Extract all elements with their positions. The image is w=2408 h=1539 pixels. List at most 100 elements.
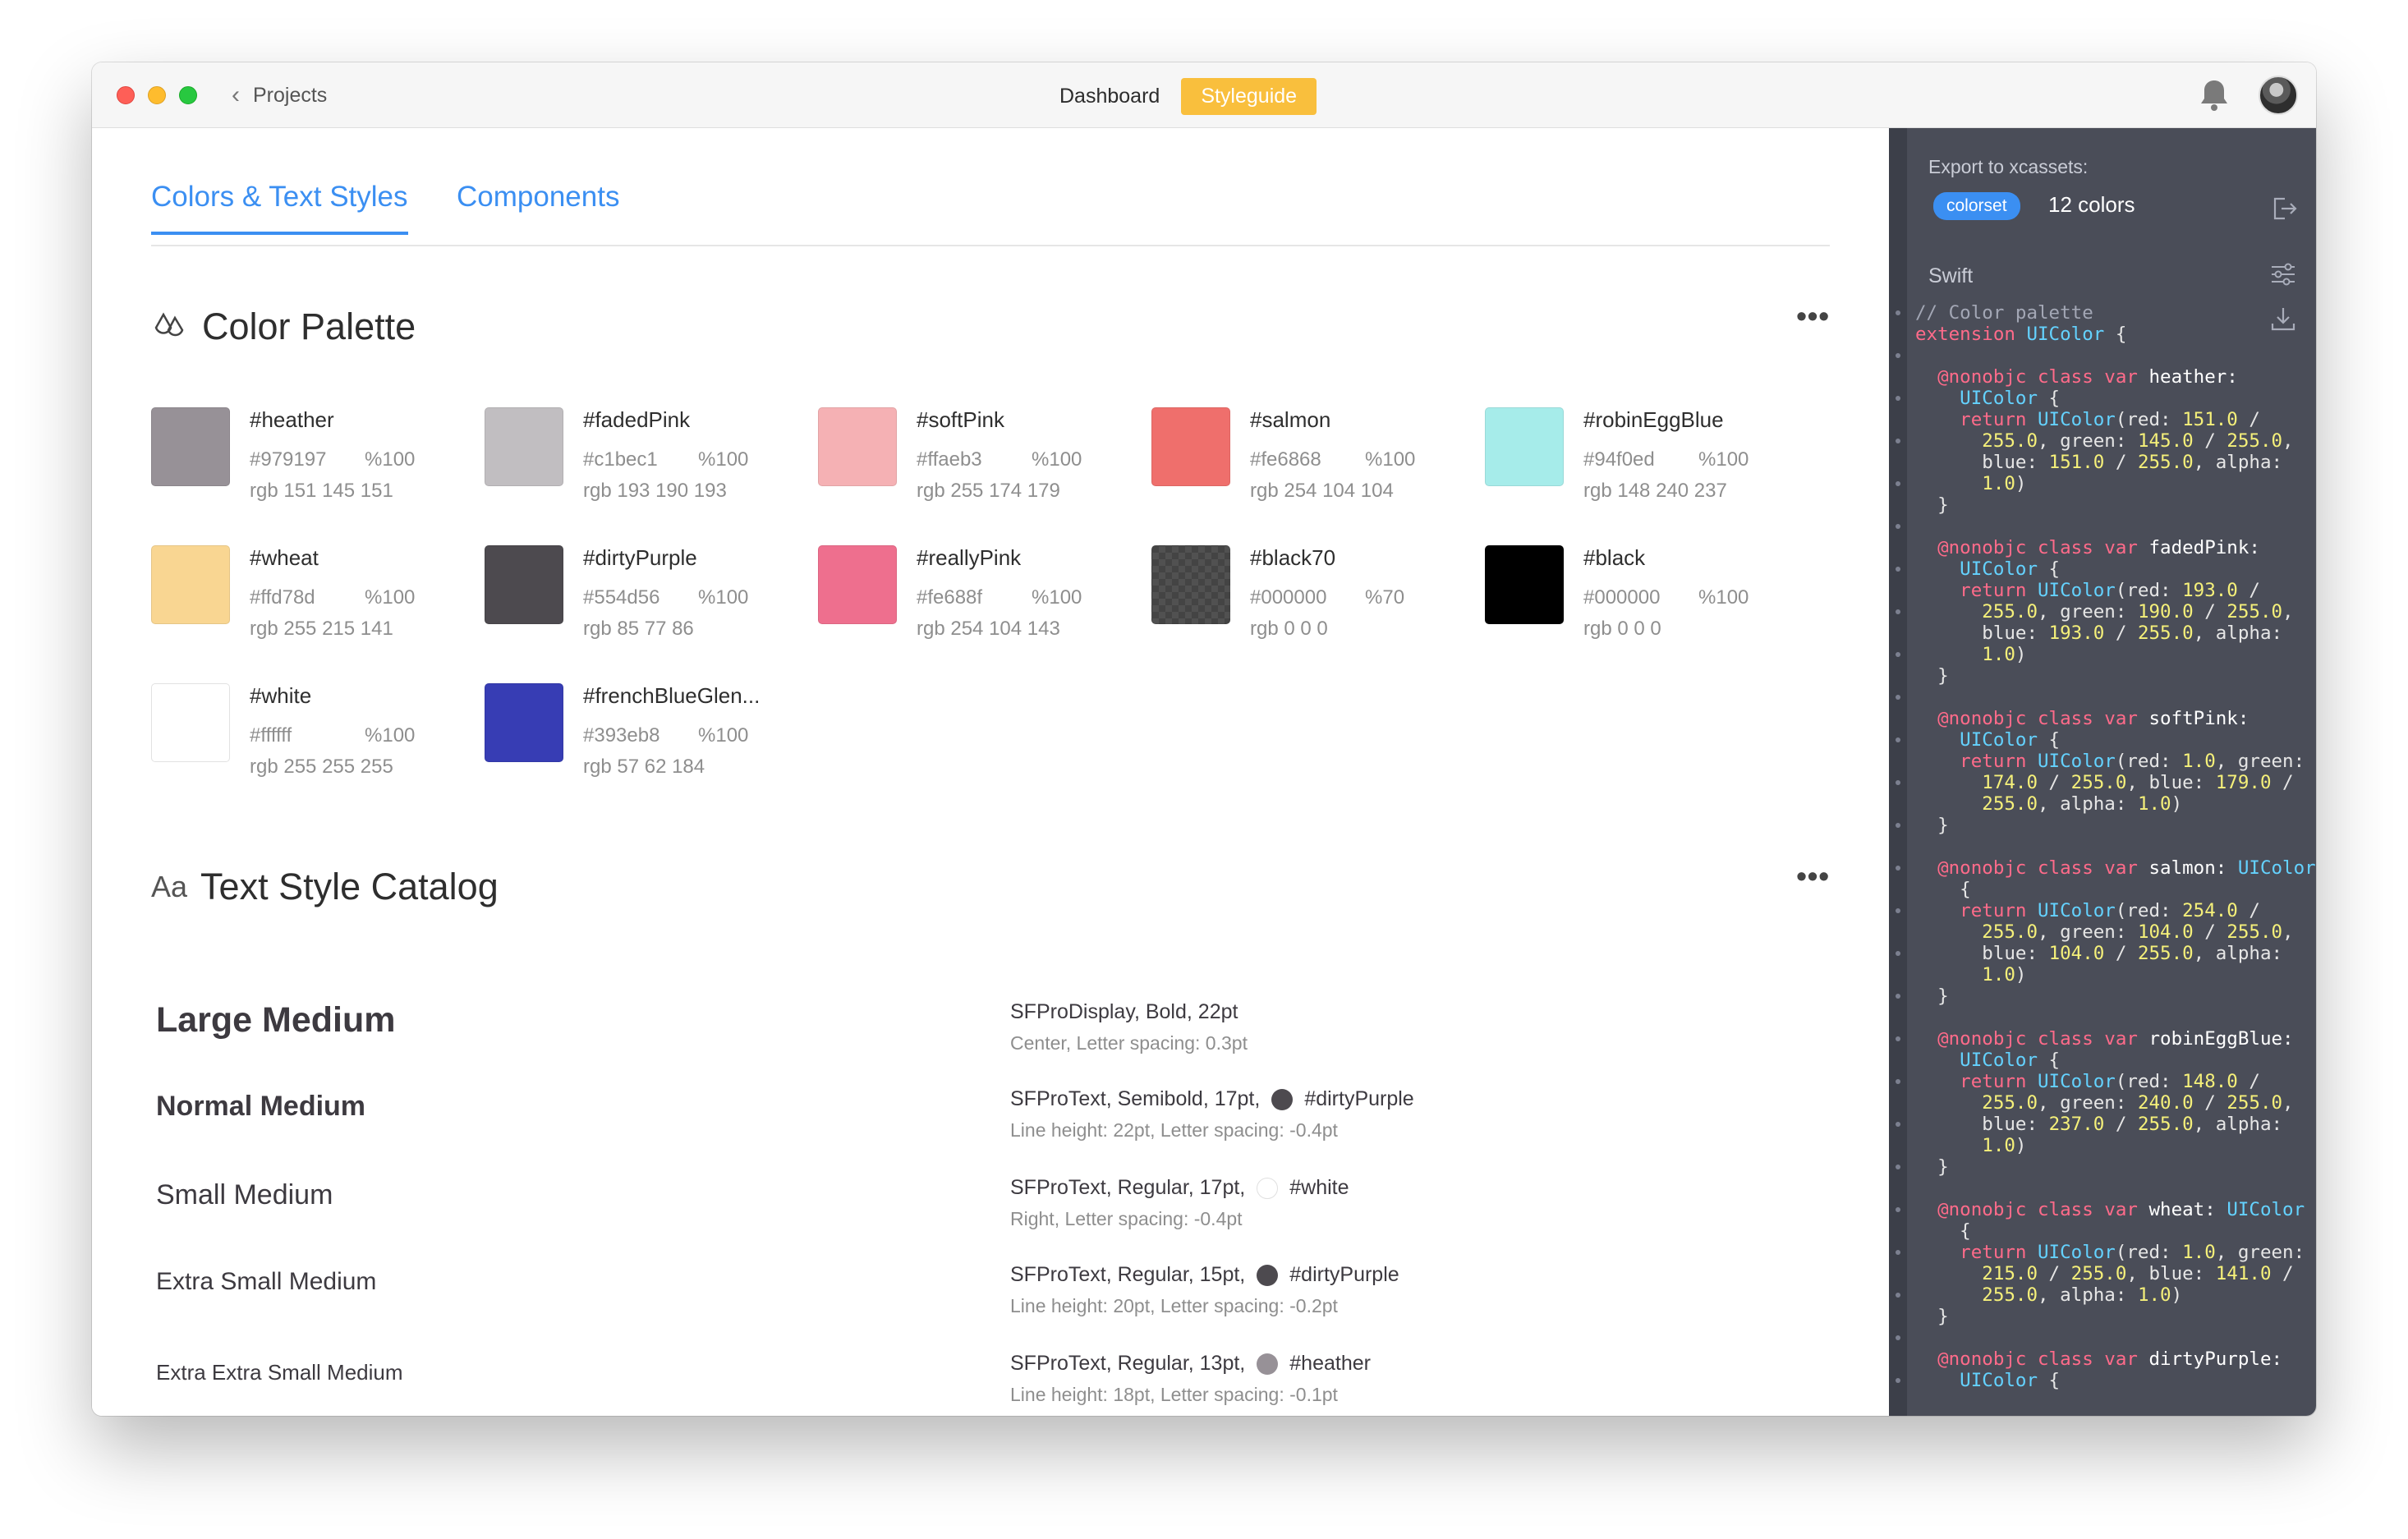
color-swatch-item[interactable]: #robinEggBlue #94f0ed %100 rgb 148 240 237 [1485, 407, 1813, 531]
color-swatch-item[interactable]: #softPink #ffaeb3 %100 rgb 255 174 179 [818, 407, 1147, 531]
back-label: Projects [253, 83, 328, 107]
color-swatch-item[interactable]: #black #000000 %100 rgb 0 0 0 [1485, 545, 1813, 668]
code-token: 255.0 [2137, 1114, 2194, 1135]
code-token: UIColor [2038, 1242, 2116, 1263]
code-line: } [1915, 1306, 2306, 1327]
text-style-spec: SFProText, Regular, 17pt, #white Right, Le… [1010, 1176, 1349, 1230]
code-token: , blue: [2126, 772, 2216, 793]
color-swatch [151, 683, 230, 762]
swift-code-block[interactable]: // Color palette extension UIColor { @non… [1915, 302, 2316, 1391]
color-palette-more-icon[interactable]: ••• [1796, 299, 1830, 333]
code-line: return UIColor(red: 254.0 / [1915, 900, 2306, 921]
tab-dashboard[interactable]: Dashboard [1059, 78, 1160, 115]
color-opacity: %100 [365, 448, 416, 471]
color-swatch-item[interactable]: #fadedPink #c1bec1 %100 rgb 193 190 193 [485, 407, 813, 531]
color-swatch-item[interactable]: #dirtyPurple #554d56 %100 rgb 85 77 86 [485, 545, 813, 668]
code-token: / [2104, 943, 2138, 964]
color-swatch-item[interactable]: #reallyPink #fe688f %100 rgb 254 104 143 [818, 545, 1147, 668]
code-line: 255.0, green: 240.0 / 255.0, [1915, 1092, 2306, 1114]
bell-icon[interactable] [2194, 76, 2234, 115]
code-token: 254.0 [2182, 900, 2238, 921]
code-token: salmon: [2148, 857, 2238, 879]
colorset-badge[interactable]: colorset [1933, 192, 2020, 220]
color-dot-icon [1257, 1264, 1279, 1286]
code-token: 104.0 [2137, 921, 2194, 943]
color-swatch-item[interactable]: #wheat #ffd78d %100 rgb 255 215 141 [151, 545, 480, 668]
code-token: 255.0 [1915, 601, 2038, 622]
code-token: (red: [2115, 409, 2183, 430]
gutter-marker [1896, 1207, 1900, 1212]
color-palette-heading: Color Palette [151, 306, 416, 348]
text-style-spec-line: SFProText, Semibold, 17pt, #dirtyPurple [1010, 1087, 1414, 1111]
color-hex: #94f0ed [1583, 448, 1655, 471]
code-line: } [1915, 985, 2306, 1007]
color-rgb: rgb 254 104 143 [917, 618, 1060, 640]
color-swatch-item[interactable]: #heather #979197 %100 rgb 151 145 151 [151, 407, 480, 531]
export-icon[interactable] [2268, 194, 2298, 223]
code-line: extension UIColor { [1915, 324, 2306, 345]
code-token: / [2193, 921, 2227, 943]
text-style-catalog-heading: Aa Text Style Catalog [151, 866, 499, 908]
code-token: ) [2171, 1284, 2183, 1306]
code-token: (red: [2115, 751, 2183, 772]
code-token: UIColor [2038, 900, 2116, 921]
color-swatch-item[interactable]: #frenchBlueGlen... #393eb8 %100 rgb 57 62 1… [485, 683, 813, 806]
text-style-color-name: #white [1289, 1176, 1349, 1199]
code-line: return UIColor(red: 1.0, green: [1915, 751, 2306, 772]
close-window-button[interactable] [117, 86, 135, 104]
gutter-marker [1896, 481, 1900, 486]
text-style-detail: Line height: 18pt, Letter spacing: -0.1p… [1010, 1384, 1338, 1405]
tab-styleguide[interactable]: Styleguide [1181, 77, 1317, 115]
color-swatch-item[interactable]: #salmon #fe6868 %100 rgb 254 104 104 [1151, 407, 1480, 531]
code-token: return [1915, 900, 2038, 921]
code-line: @nonobjc class var salmon: UIColor [1915, 857, 2316, 879]
color-hex: #ffd78d [250, 586, 315, 609]
code-token: ) [2015, 1135, 2027, 1156]
code-line: UIColor { [1915, 558, 2306, 580]
language-selector[interactable]: Swift [1928, 264, 1973, 288]
tab-components[interactable]: Components [457, 181, 619, 232]
color-name: #robinEggBlue [1583, 407, 1724, 432]
code-token: UIColor [1915, 388, 2038, 409]
color-rgb: rgb 0 0 0 [1583, 618, 1661, 640]
code-line: 215.0 / 255.0, blue: 141.0 / [1915, 1263, 2306, 1284]
code-token: { [2038, 558, 2061, 580]
tab-colors-text-styles[interactable]: Colors & Text Styles [151, 181, 408, 235]
code-line: blue: 151.0 / 255.0, alpha: [1915, 452, 2306, 473]
code-token: , alpha: [2038, 793, 2138, 815]
text-style-sample: Normal Medium [156, 1091, 366, 1122]
code-token: 1.0 [2182, 751, 2216, 772]
color-name: #dirtyPurple [583, 545, 697, 570]
code-token: blue: [1915, 622, 2049, 644]
color-rgb: rgb 0 0 0 [1250, 618, 1328, 640]
code-token: 145.0 [2137, 430, 2194, 452]
color-hex: #ffaeb3 [917, 448, 982, 471]
gutter-marker [1896, 1250, 1900, 1255]
color-swatch-item[interactable]: #black70 #000000 %70 rgb 0 0 0 [1151, 545, 1480, 668]
color-opacity: %100 [1032, 448, 1082, 471]
code-token: / [2237, 1071, 2260, 1092]
back-to-projects-link[interactable]: ‹ Projects [232, 80, 327, 110]
code-token: @nonobjc class var [1915, 1348, 2149, 1370]
color-opacity: %100 [1032, 586, 1082, 609]
text-style-font: SFProDisplay, Bold, 22pt [1010, 1000, 1238, 1023]
color-opacity: %100 [1365, 448, 1416, 471]
settings-sliders-icon[interactable] [2268, 260, 2298, 289]
minimize-window-button[interactable] [148, 86, 166, 104]
zoom-window-button[interactable] [179, 86, 197, 104]
code-line: { [1915, 1220, 2306, 1242]
color-swatch-item[interactable]: #white #ffffff %100 rgb 255 255 255 [151, 683, 480, 806]
user-avatar[interactable] [2259, 76, 2298, 115]
code-token: , [2282, 1092, 2294, 1114]
code-token: 151.0 [2048, 452, 2105, 473]
code-token: , [2282, 921, 2294, 943]
color-name: #black70 [1250, 545, 1336, 570]
code-line: 255.0, green: 104.0 / 255.0, [1915, 921, 2306, 943]
app-window: ‹ Projects Dashboard Styleguide Colors &… [92, 62, 2316, 1416]
color-rgb: rgb 255 255 255 [250, 756, 393, 778]
color-hex: #979197 [250, 448, 327, 471]
text-style-more-icon[interactable]: ••• [1796, 859, 1830, 894]
